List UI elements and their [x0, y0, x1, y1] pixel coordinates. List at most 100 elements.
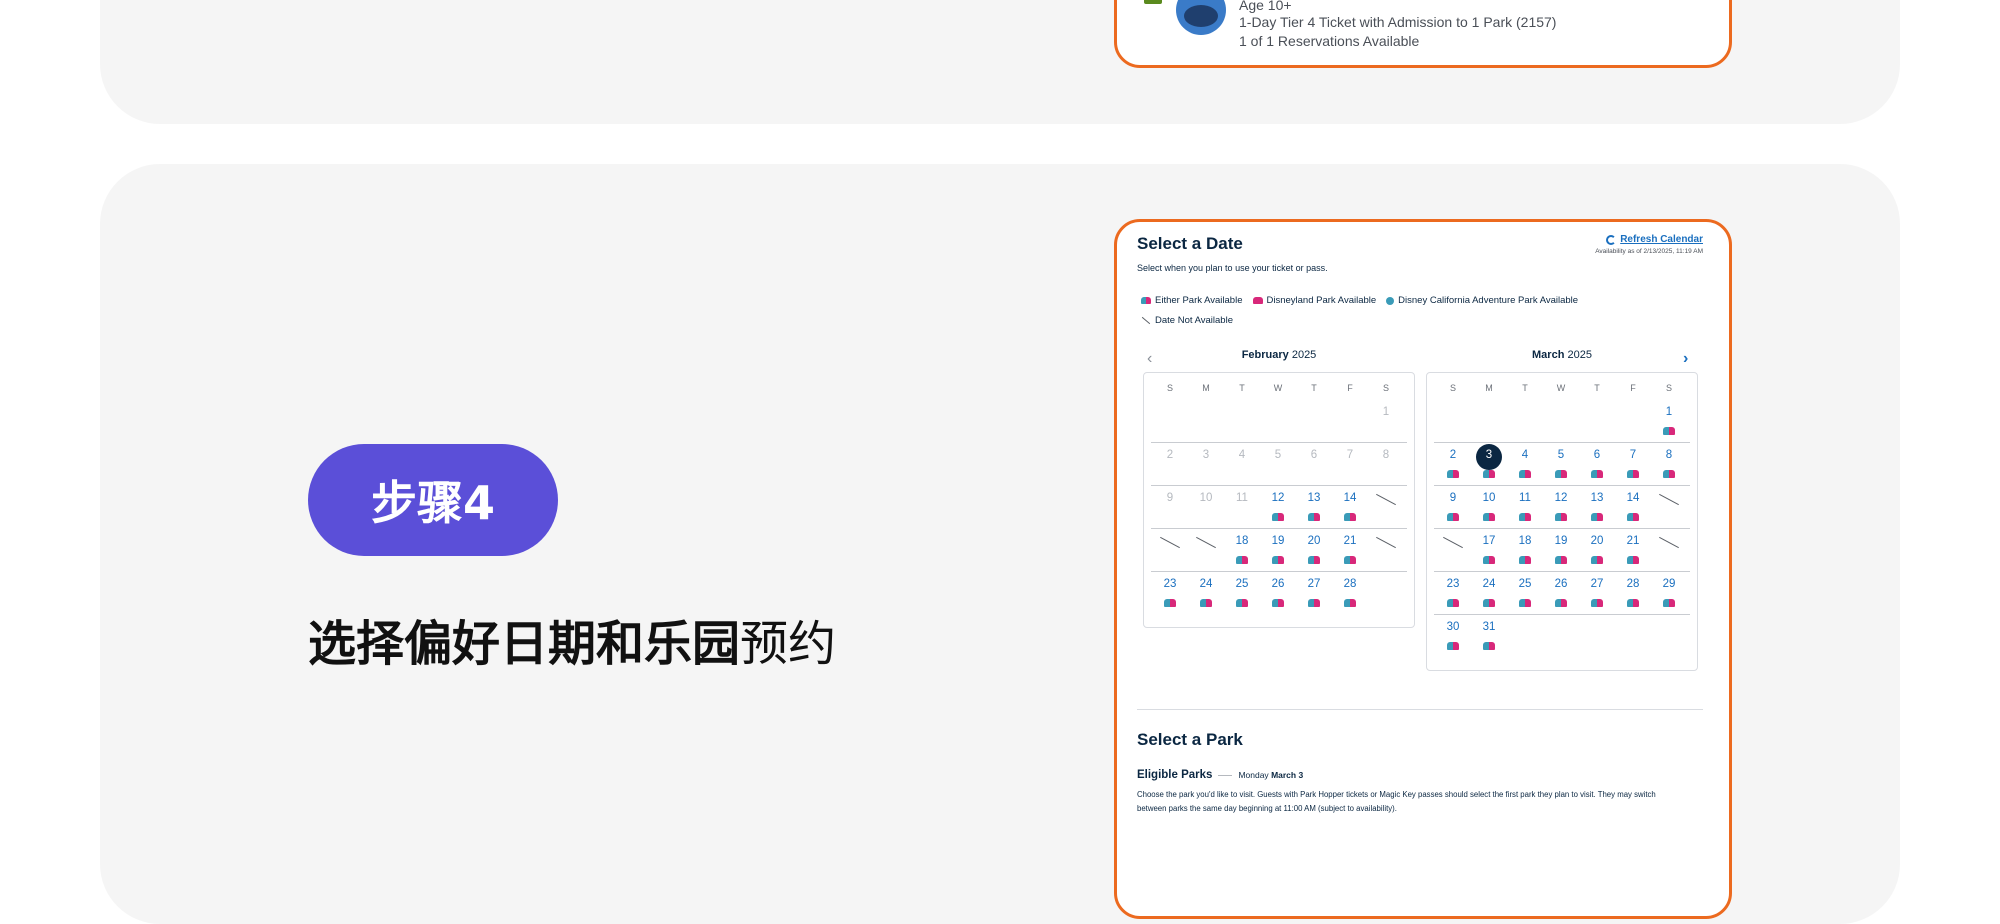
weekday-label: W — [1273, 383, 1283, 393]
calendar-day: 7 — [1346, 449, 1354, 461]
weekday-label: W — [1556, 383, 1566, 393]
either-park-icon — [1555, 470, 1567, 478]
calendar-day[interactable]: 1 — [1651, 406, 1687, 418]
calendar-day[interactable]: 25 — [1224, 578, 1260, 590]
either-park-icon — [1141, 297, 1151, 304]
either-park-icon — [1272, 513, 1284, 521]
either-park-icon — [1627, 556, 1639, 564]
either-park-icon — [1519, 599, 1531, 607]
calendar-february: S M T W T F S 1 2 3 4 5 6 7 8 9 10 11 12 13 14 18 19 20 21 23 24 25… — [1143, 372, 1415, 628]
calendar-day[interactable]: 21 — [1332, 535, 1368, 547]
either-park-icon — [1483, 642, 1495, 650]
refresh-calendar-link[interactable]: Refresh Calendar — [1606, 234, 1703, 245]
either-park-icon — [1627, 599, 1639, 607]
weekday-label: F — [1347, 383, 1353, 393]
calendar-day[interactable]: 26 — [1260, 578, 1296, 590]
ticket-checkbox[interactable] — [1144, 0, 1162, 4]
calendar-day: 1 — [1382, 406, 1390, 418]
either-park-icon — [1591, 556, 1603, 564]
calendar-day: 11 — [1236, 492, 1248, 504]
calendar-day[interactable]: 12 — [1543, 492, 1579, 504]
either-park-icon — [1344, 513, 1356, 521]
calendar-day[interactable]: 23 — [1435, 578, 1471, 590]
select-park-title: Select a Park — [1137, 730, 1243, 749]
either-park-icon — [1519, 470, 1531, 478]
ticket-type: 1-Day Tier 4 Ticket with Admission to 1 … — [1239, 14, 1557, 30]
calendar-day[interactable]: 6 — [1579, 449, 1615, 461]
calendar-day[interactable]: 28 — [1332, 578, 1368, 590]
calendar-day[interactable]: 27 — [1579, 578, 1615, 590]
month-header-march: March 2025 — [1532, 349, 1592, 361]
park-description: Choose the park you'd like to visit. Gue… — [1137, 790, 1656, 813]
either-park-icon — [1200, 599, 1212, 607]
calendar-day[interactable]: 4 — [1507, 449, 1543, 461]
calendar-day[interactable]: 30 — [1435, 621, 1471, 633]
calendar-day[interactable]: 23 — [1152, 578, 1188, 590]
california-adventure-icon — [1386, 296, 1395, 305]
weekday-label: S — [1665, 383, 1672, 393]
calendar-day[interactable]: 25 — [1507, 578, 1543, 590]
refresh-calendar-label: Refresh Calendar — [1620, 234, 1703, 245]
calendar-day[interactable]: 26 — [1543, 578, 1579, 590]
calendar-day[interactable]: 13 — [1579, 492, 1615, 504]
calendar-day[interactable]: 18 — [1507, 535, 1543, 547]
calendar-day[interactable]: 14 — [1332, 492, 1368, 504]
legend-date-not-available: Date Not Available — [1141, 315, 1233, 326]
weekday-label: M — [1485, 383, 1493, 393]
calendar-day-selected[interactable]: 3 — [1471, 449, 1507, 461]
weekday-label: T — [1594, 383, 1600, 393]
select-date-title: Select a Date — [1137, 234, 1243, 253]
either-park-icon — [1308, 599, 1320, 607]
calendar-day[interactable]: 19 — [1260, 535, 1296, 547]
weekday-label: S — [1382, 383, 1389, 393]
calendar-day[interactable]: 20 — [1579, 535, 1615, 547]
weekday-label: T — [1239, 383, 1245, 393]
calendar-day[interactable]: 29 — [1651, 578, 1687, 590]
weekday-label: F — [1630, 383, 1636, 393]
calendar-day[interactable]: 12 — [1260, 492, 1296, 504]
calendar-day[interactable]: 5 — [1543, 449, 1579, 461]
calendar-day[interactable]: 20 — [1296, 535, 1332, 547]
either-park-icon — [1483, 599, 1495, 607]
either-park-icon — [1591, 513, 1603, 521]
calendar-day: 5 — [1274, 449, 1282, 461]
calendar-day[interactable]: 21 — [1615, 535, 1651, 547]
calendar-day[interactable]: 11 — [1507, 492, 1543, 504]
calendar-day: 6 — [1310, 449, 1318, 461]
either-park-icon — [1519, 513, 1531, 521]
ticket-reservations: 1 of 1 Reservations Available — [1239, 33, 1420, 49]
refresh-icon — [1606, 234, 1617, 245]
either-park-icon — [1519, 556, 1531, 564]
either-park-icon — [1272, 599, 1284, 607]
calendar-day[interactable]: 7 — [1615, 449, 1651, 461]
calendar-day[interactable]: 18 — [1224, 535, 1260, 547]
calendar-day[interactable]: 31 — [1471, 621, 1507, 633]
weekday-label: T — [1311, 383, 1317, 393]
calendar-day[interactable]: 19 — [1543, 535, 1579, 547]
calendar-day[interactable]: 24 — [1188, 578, 1224, 590]
calendar-day[interactable]: 27 — [1296, 578, 1332, 590]
calendar-day: 8 — [1382, 449, 1390, 461]
either-park-icon — [1164, 599, 1176, 607]
calendar-day[interactable]: 10 — [1471, 492, 1507, 504]
either-park-icon — [1308, 556, 1320, 564]
either-park-icon — [1447, 599, 1459, 607]
calendar-day[interactable]: 17 — [1471, 535, 1507, 547]
calendar-day[interactable]: 8 — [1651, 449, 1687, 461]
calendar-day[interactable]: 14 — [1615, 492, 1651, 504]
calendar-day[interactable]: 9 — [1435, 492, 1471, 504]
eligible-date: Monday March 3 — [1238, 770, 1304, 780]
calendar-day[interactable]: 2 — [1435, 449, 1471, 461]
calendar-day[interactable]: 28 — [1615, 578, 1651, 590]
either-park-icon — [1555, 556, 1567, 564]
calendar-day[interactable]: 13 — [1296, 492, 1332, 504]
legend-either-park: Either Park Available — [1141, 295, 1243, 306]
either-park-icon — [1591, 599, 1603, 607]
calendar-day: 4 — [1238, 449, 1246, 461]
weekday-label: S — [1166, 383, 1173, 393]
either-park-icon — [1555, 599, 1567, 607]
either-park-icon — [1447, 470, 1459, 478]
availability-timestamp: Availability as of 2/13/2025, 11:19 AM — [1595, 248, 1703, 255]
either-park-icon — [1236, 599, 1248, 607]
calendar-day[interactable]: 24 — [1471, 578, 1507, 590]
